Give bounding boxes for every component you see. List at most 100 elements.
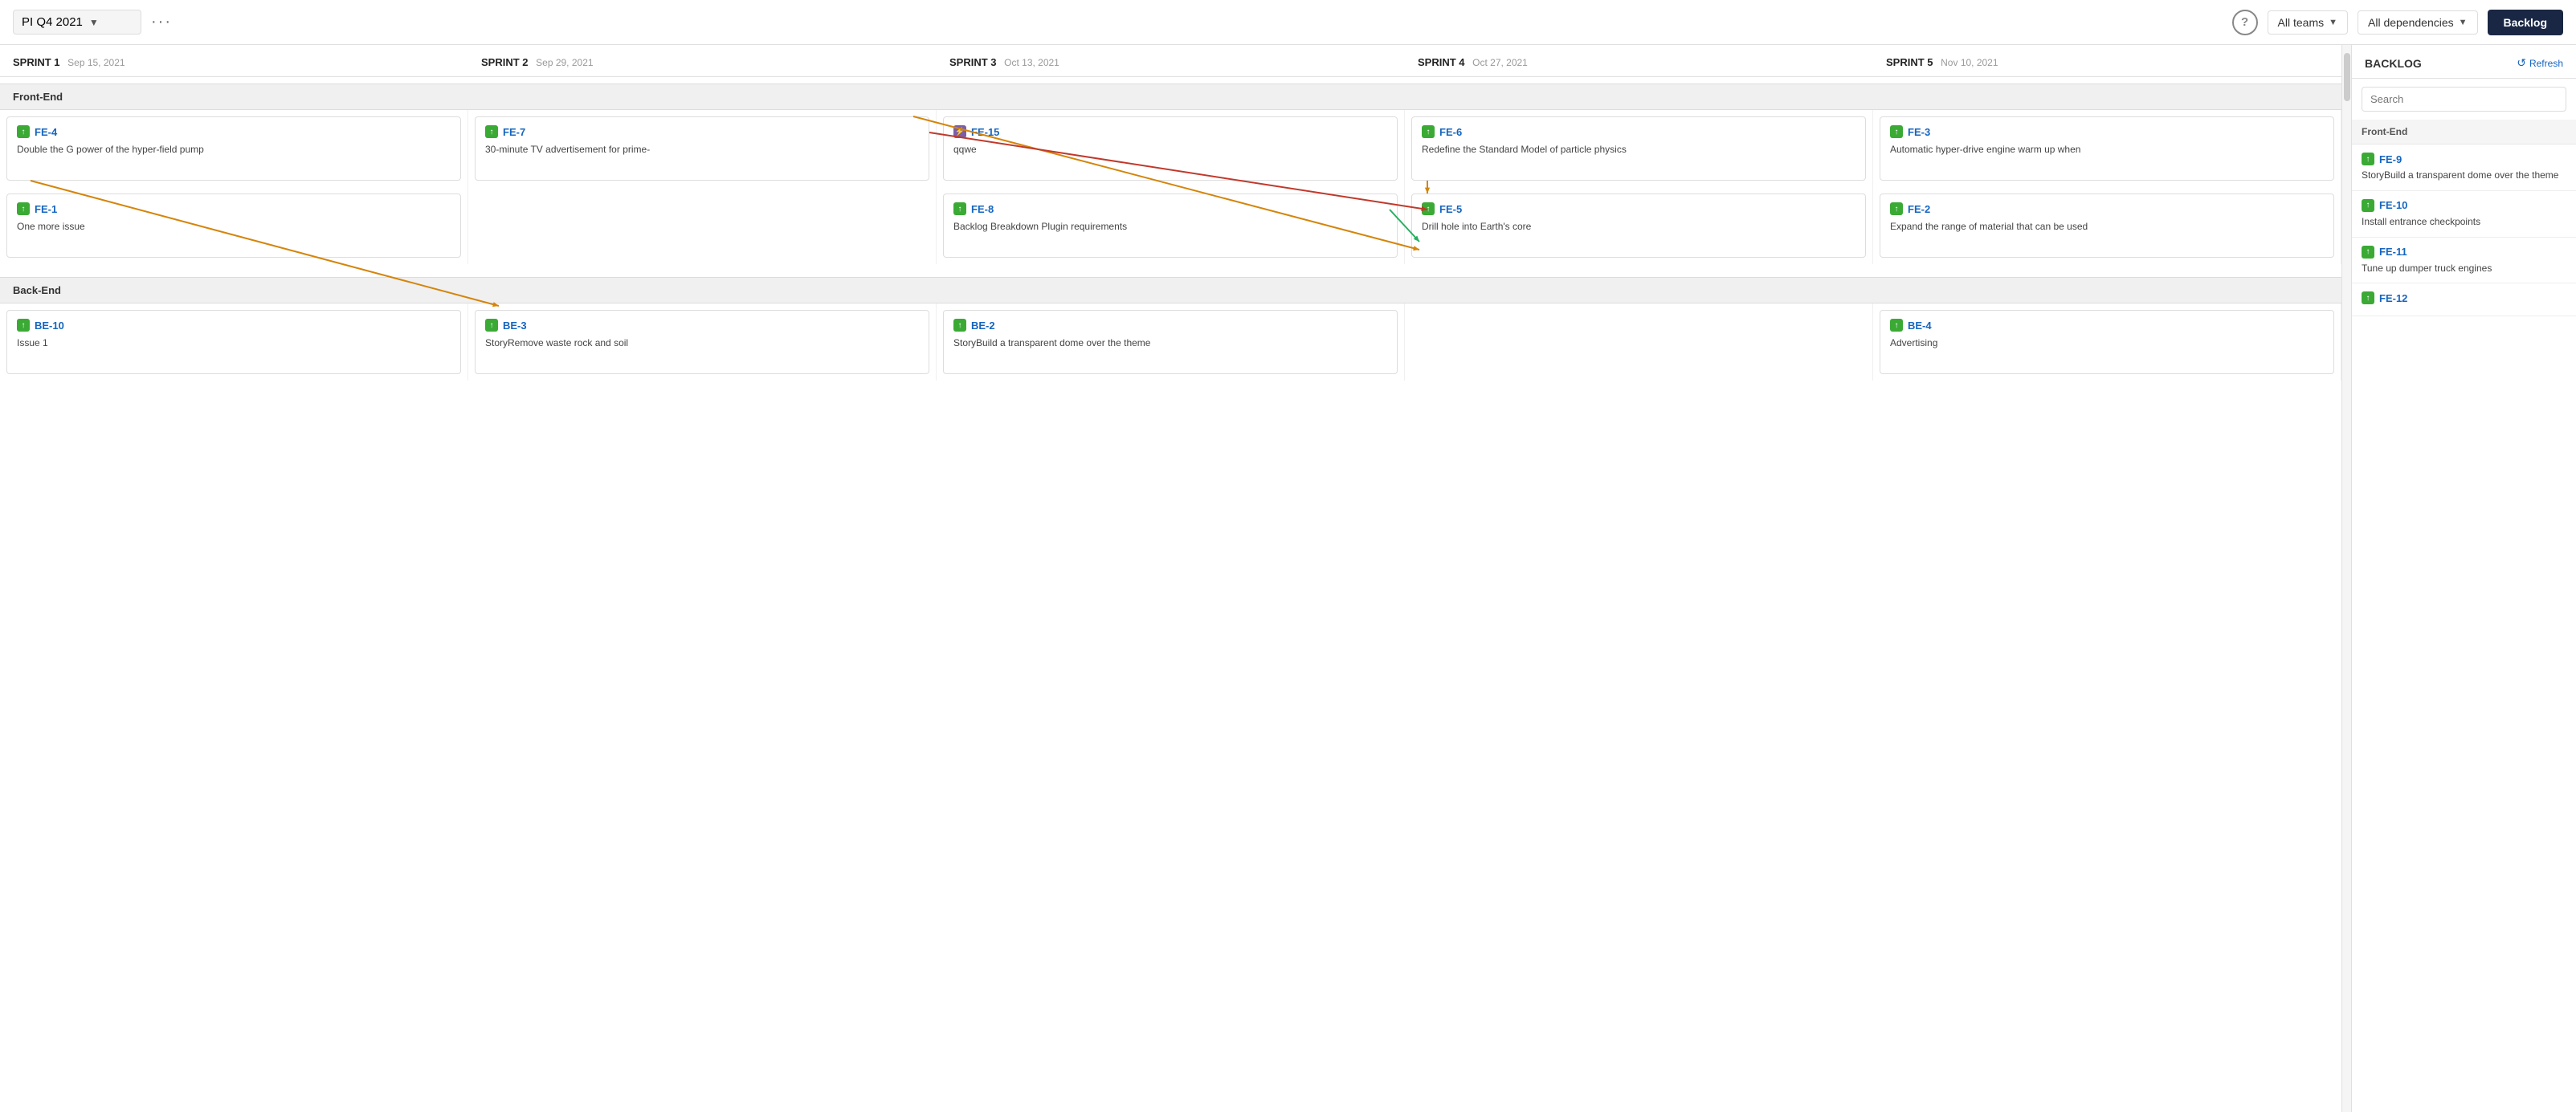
card-fe2[interactable]: ↑ FE-2 Expand the range of material that… xyxy=(1880,193,2334,258)
fe9-title: StoryBuild a transparent dome over the t… xyxy=(2362,169,2566,182)
card-fe1[interactable]: ↑ FE-1 One more issue xyxy=(6,193,461,258)
fe4-id: FE-4 xyxy=(35,126,57,138)
backend-row-1: ↑ BE-10 Issue 1 ↑ BE-3 StoryRem xyxy=(0,303,2341,381)
be2-title: StoryBuild a transparent dome over the t… xyxy=(953,336,1387,350)
frontend-group-header: Front-End xyxy=(0,84,2341,110)
sprint-header-3: SPRINT 3 Oct 13, 2021 xyxy=(937,45,1405,76)
refresh-label: Refresh xyxy=(2529,58,2563,69)
header: PI Q4 2021 ▼ ··· ? All teams ▼ All depen… xyxy=(0,0,2576,45)
sprint-col-3c: ↑ BE-2 StoryBuild a transparent dome ove… xyxy=(937,303,1405,381)
backlog-item-fe9[interactable]: ↑ FE-9 StoryBuild a transparent dome ove… xyxy=(2352,145,2576,191)
sprint-col-4: ↑ FE-6 Redefine the Standard Model of pa… xyxy=(1405,110,1873,187)
fe12-id: FE-12 xyxy=(2379,292,2407,304)
fe3-title: Automatic hyper-drive engine warm up whe… xyxy=(1890,143,2324,157)
card-fe6[interactable]: ↑ FE-6 Redefine the Standard Model of pa… xyxy=(1411,116,1866,181)
pi-title: PI Q4 2021 xyxy=(22,15,83,29)
card-fe8[interactable]: ↑ FE-8 Backlog Breakdown Plugin requirem… xyxy=(943,193,1398,258)
sprint-1-label: SPRINT 1 xyxy=(13,56,60,68)
frontend-row-2: ↑ FE-1 One more issue ↑ FE-8 xyxy=(0,187,2341,264)
fe6-icon: ↑ xyxy=(1422,125,1435,138)
sprint-col-1: ↑ FE-4 Double the G power of the hyper-f… xyxy=(0,110,468,187)
help-button[interactable]: ? xyxy=(2232,10,2258,35)
card-fe15[interactable]: ⚡ FE-15 qqwe xyxy=(943,116,1398,181)
backlog-search-input[interactable] xyxy=(2362,87,2566,112)
backlog-button[interactable]: Backlog xyxy=(2488,10,2563,35)
fe7-id: FE-7 xyxy=(503,126,525,138)
card-be10[interactable]: ↑ BE-10 Issue 1 xyxy=(6,310,461,374)
be10-icon: ↑ xyxy=(17,319,30,332)
all-dependencies-chevron-icon: ▼ xyxy=(2459,18,2468,27)
card-fe5[interactable]: ↑ FE-5 Drill hole into Earth's core xyxy=(1411,193,1866,258)
backlog-header: BACKLOG ↺ Refresh xyxy=(2352,45,2576,79)
sprint-col-1c: ↑ BE-10 Issue 1 xyxy=(0,303,468,381)
refresh-icon: ↺ xyxy=(2517,56,2526,70)
backlog-frontend-label: Front-End xyxy=(2352,120,2576,145)
sprint-5-label: SPRINT 5 xyxy=(1886,56,1933,68)
fe7-icon: ↑ xyxy=(485,125,498,138)
sprint-col-5c: ↑ BE-4 Advertising xyxy=(1873,303,2341,381)
all-dependencies-dropdown[interactable]: All dependencies ▼ xyxy=(2358,10,2478,35)
all-teams-label: All teams xyxy=(2278,16,2325,29)
be4-title: Advertising xyxy=(1890,336,2324,350)
sprint-col-1b: ↑ FE-1 One more issue xyxy=(0,187,468,264)
fe6-id: FE-6 xyxy=(1439,126,1462,138)
sprint-header-2: SPRINT 2 Sep 29, 2021 xyxy=(468,45,937,76)
sprint-col-5: ↑ FE-3 Automatic hyper-drive engine warm… xyxy=(1873,110,2341,187)
fe5-id: FE-5 xyxy=(1439,203,1462,215)
backlog-item-fe12[interactable]: ↑ FE-12 xyxy=(2352,283,2576,316)
backlog-items-list: Front-End ↑ FE-9 StoryBuild a transparen… xyxy=(2352,120,2576,1112)
fe3-icon: ↑ xyxy=(1890,125,1903,138)
fe15-icon: ⚡ xyxy=(953,125,966,138)
backlog-sidebar: BACKLOG ↺ Refresh Front-End ↑ FE-9 Story… xyxy=(2351,45,2576,1112)
all-teams-dropdown[interactable]: All teams ▼ xyxy=(2268,10,2348,35)
backlog-item-fe10[interactable]: ↑ FE-10 Install entrance checkpoints xyxy=(2352,191,2576,238)
board-content: Front-End ↑ FE-4 Double the G power of t… xyxy=(0,77,2341,1112)
pi-chevron-icon: ▼ xyxy=(89,17,99,28)
backlog-item-fe11[interactable]: ↑ FE-11 Tune up dumper truck engines xyxy=(2352,238,2576,284)
refresh-button[interactable]: ↺ Refresh xyxy=(2517,56,2563,70)
all-teams-chevron-icon: ▼ xyxy=(2329,18,2337,27)
fe15-title: qqwe xyxy=(953,143,1387,157)
sprint-header-4: SPRINT 4 Oct 27, 2021 xyxy=(1405,45,1873,76)
sprint-col-3b: ↑ FE-8 Backlog Breakdown Plugin requirem… xyxy=(937,187,1405,264)
sprint-3-label: SPRINT 3 xyxy=(949,56,997,68)
be10-id: BE-10 xyxy=(35,320,64,332)
sprint-4-label: SPRINT 4 xyxy=(1418,56,1465,68)
be3-title: StoryRemove waste rock and soil xyxy=(485,336,919,350)
be2-id: BE-2 xyxy=(971,320,995,332)
sprint-3-date: Oct 13, 2021 xyxy=(1004,57,1059,68)
sprint-col-2b xyxy=(468,187,937,264)
sprint-headers: SPRINT 1 Sep 15, 2021 SPRINT 2 Sep 29, 2… xyxy=(0,45,2341,77)
fe2-id: FE-2 xyxy=(1908,203,1930,215)
more-options-button[interactable]: ··· xyxy=(151,13,172,31)
fe5-icon: ↑ xyxy=(1422,202,1435,215)
sprint-header-5: SPRINT 5 Nov 10, 2021 xyxy=(1873,45,2341,76)
sprint-col-2c: ↑ BE-3 StoryRemove waste rock and soil xyxy=(468,303,937,381)
fe12-icon: ↑ xyxy=(2362,291,2374,304)
fe7-title: 30-minute TV advertisement for prime- xyxy=(485,143,919,157)
be4-id: BE-4 xyxy=(1908,320,1932,332)
frontend-row-1: ↑ FE-4 Double the G power of the hyper-f… xyxy=(0,110,2341,187)
card-fe7[interactable]: ↑ FE-7 30-minute TV advertisement for pr… xyxy=(475,116,929,181)
scrollbar-thumb[interactable] xyxy=(2344,53,2350,101)
be3-icon: ↑ xyxy=(485,319,498,332)
pi-selector[interactable]: PI Q4 2021 ▼ xyxy=(13,10,141,35)
sprint-1-date: Sep 15, 2021 xyxy=(67,57,125,68)
fe1-id: FE-1 xyxy=(35,203,57,215)
sprint-col-3: ⚡ FE-15 qqwe xyxy=(937,110,1405,187)
fe3-id: FE-3 xyxy=(1908,126,1930,138)
fe9-icon: ↑ xyxy=(2362,153,2374,165)
card-be3[interactable]: ↑ BE-3 StoryRemove waste rock and soil xyxy=(475,310,929,374)
card-fe3[interactable]: ↑ FE-3 Automatic hyper-drive engine warm… xyxy=(1880,116,2334,181)
sprint-2-date: Sep 29, 2021 xyxy=(536,57,593,68)
fe5-title: Drill hole into Earth's core xyxy=(1422,220,1855,234)
card-be4[interactable]: ↑ BE-4 Advertising xyxy=(1880,310,2334,374)
card-be2[interactable]: ↑ BE-2 StoryBuild a transparent dome ove… xyxy=(943,310,1398,374)
card-fe4[interactable]: ↑ FE-4 Double the G power of the hyper-f… xyxy=(6,116,461,181)
be2-icon: ↑ xyxy=(953,319,966,332)
fe8-icon: ↑ xyxy=(953,202,966,215)
fe11-icon: ↑ xyxy=(2362,246,2374,259)
board-scrollbar[interactable] xyxy=(2341,45,2351,1112)
fe1-icon: ↑ xyxy=(17,202,30,215)
fe6-title: Redefine the Standard Model of particle … xyxy=(1422,143,1855,157)
